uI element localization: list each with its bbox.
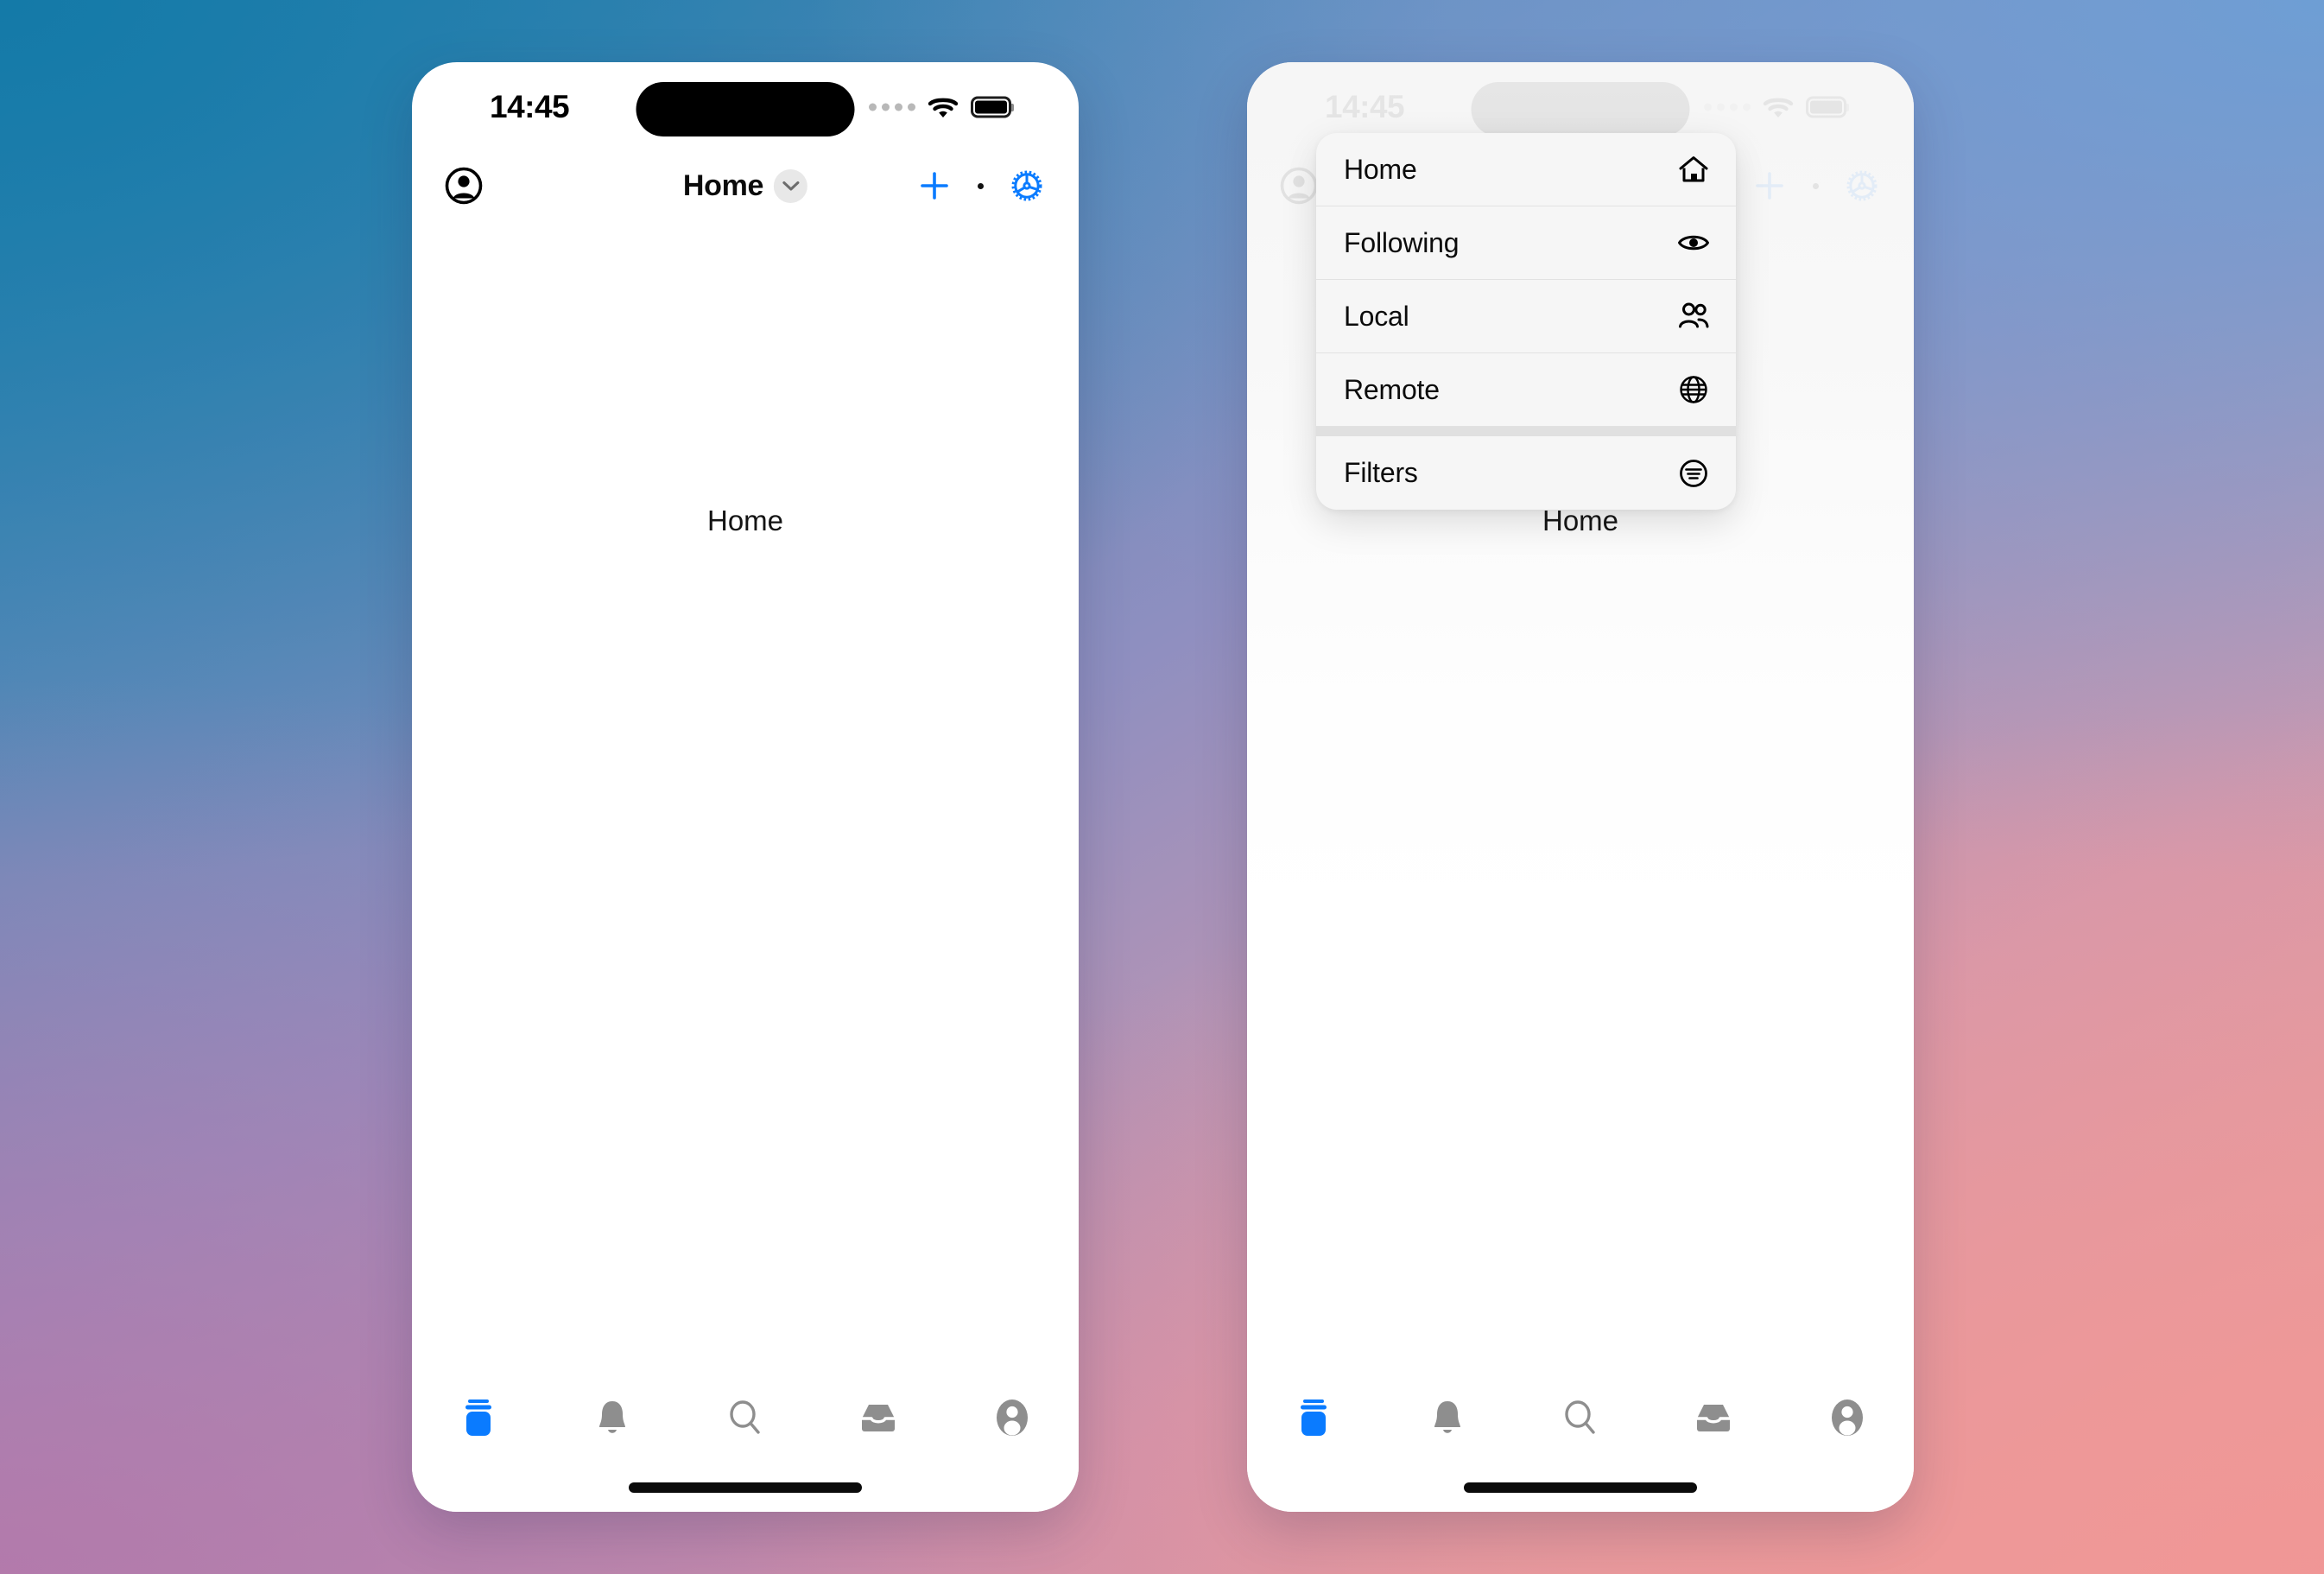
tab-bar — [412, 1377, 1079, 1512]
account-circle-icon[interactable] — [445, 167, 483, 205]
house-icon — [1677, 153, 1710, 186]
inbox-tray-icon — [1692, 1396, 1735, 1439]
wifi-icon — [928, 96, 959, 119]
filter-circle-icon — [1677, 457, 1710, 490]
tab-feed[interactable] — [412, 1396, 545, 1439]
feed-dropdown-menu: Home Following Local Remote Filters — [1316, 133, 1736, 510]
tab-profile[interactable] — [946, 1396, 1079, 1439]
menu-item-label: Local — [1344, 300, 1409, 332]
globe-icon — [1677, 373, 1710, 406]
plus-icon[interactable] — [915, 167, 953, 205]
dot-icon — [978, 182, 984, 189]
tab-notifications[interactable] — [1380, 1396, 1513, 1439]
empty-state-label: Home — [1542, 505, 1619, 536]
chevron-down-icon[interactable] — [774, 168, 808, 203]
stacked-layers-icon — [457, 1396, 500, 1439]
home-indicator-bar — [1464, 1482, 1697, 1493]
inbox-tray-icon — [857, 1396, 900, 1439]
menu-item-remote[interactable]: Remote — [1316, 353, 1736, 427]
tab-inbox[interactable] — [812, 1396, 945, 1439]
menu-item-local[interactable]: Local — [1316, 280, 1736, 353]
tab-search[interactable] — [679, 1396, 812, 1439]
battery-full-icon — [971, 96, 1011, 118]
feed-content-area: Home Following Local Remote Filters Home — [1247, 62, 1914, 1377]
menu-item-label: Filters — [1344, 457, 1418, 488]
search-icon — [1559, 1396, 1602, 1439]
feed-title-dropdown-trigger[interactable]: Home — [682, 168, 808, 203]
people-icon — [1677, 300, 1710, 333]
menu-item-following[interactable]: Following — [1316, 206, 1736, 280]
eye-icon — [1677, 226, 1710, 259]
bell-icon — [591, 1396, 634, 1439]
bell-icon — [1426, 1396, 1469, 1439]
page-title: Home — [682, 168, 764, 202]
phone-screen-menu-closed: 14:45 Home Home — [412, 62, 1079, 1512]
phone-screen-menu-open: 14:45 Home — [1247, 62, 1914, 1512]
tab-feed[interactable] — [1247, 1396, 1380, 1439]
dynamic-island — [636, 82, 855, 136]
status-time: 14:45 — [490, 89, 570, 124]
menu-item-label: Following — [1344, 226, 1460, 258]
navigation-bar: Home — [412, 152, 1079, 219]
person-circle-icon — [991, 1396, 1034, 1439]
home-indicator-bar — [629, 1482, 862, 1493]
empty-state-label: Home — [706, 505, 784, 536]
menu-item-label: Home — [1344, 153, 1417, 185]
cellular-dots-icon — [869, 103, 915, 111]
menu-item-label: Remote — [1344, 373, 1440, 405]
navigation-actions — [915, 167, 1046, 205]
gear-icon[interactable] — [1008, 167, 1046, 205]
tab-notifications[interactable] — [545, 1396, 678, 1439]
tab-inbox[interactable] — [1647, 1396, 1780, 1439]
status-bar: 14:45 — [412, 62, 1079, 152]
status-indicators — [869, 96, 1011, 119]
wallpaper-background: { "background": { "gradient_top_left": "… — [0, 0, 2324, 1574]
tab-bar — [1247, 1377, 1914, 1512]
menu-item-filters[interactable]: Filters — [1316, 436, 1736, 510]
feed-content-area: Home — [412, 219, 1079, 1377]
menu-separator — [1316, 427, 1736, 436]
search-icon — [724, 1396, 767, 1439]
tab-search[interactable] — [1514, 1396, 1647, 1439]
menu-item-home[interactable]: Home — [1316, 133, 1736, 206]
person-circle-icon — [1826, 1396, 1869, 1439]
tab-profile[interactable] — [1781, 1396, 1914, 1439]
stacked-layers-icon — [1292, 1396, 1335, 1439]
